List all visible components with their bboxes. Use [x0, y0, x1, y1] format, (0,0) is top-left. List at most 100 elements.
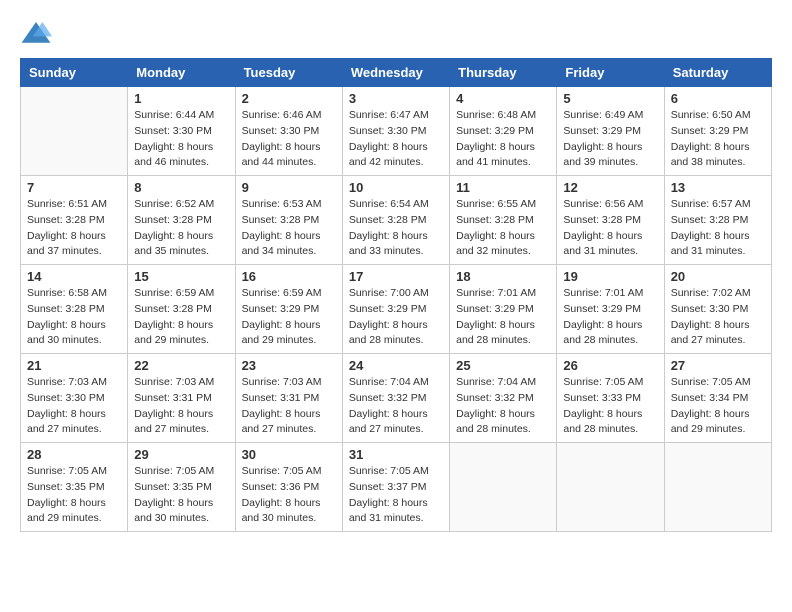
calendar-cell: 16 Sunrise: 6:59 AM Sunset: 3:29 PM Dayli… — [235, 265, 342, 354]
calendar-week-row: 21 Sunrise: 7:03 AM Sunset: 3:30 PM Dayli… — [21, 354, 772, 443]
day-number: 27 — [671, 358, 765, 373]
weekday-header-monday: Monday — [128, 59, 235, 87]
day-number: 2 — [242, 91, 336, 106]
calendar-cell: 5Sunrise: 6:49 AM Sunset: 3:29 PM Daylig… — [557, 87, 664, 176]
day-info: Sunrise: 7:03 AM Sunset: 3:31 PM Dayligh… — [134, 375, 228, 438]
calendar-cell: 7 Sunrise: 6:51 AM Sunset: 3:28 PM Daylig… — [21, 176, 128, 265]
calendar-week-row: 7 Sunrise: 6:51 AM Sunset: 3:28 PM Daylig… — [21, 176, 772, 265]
day-number: 31 — [349, 447, 443, 462]
day-number: 19 — [563, 269, 657, 284]
day-number: 9 — [242, 180, 336, 195]
day-number: 25 — [456, 358, 550, 373]
day-info: Sunrise: 7:01 AM Sunset: 3:29 PM Dayligh… — [456, 286, 550, 349]
day-info: Sunrise: 6:55 AM Sunset: 3:28 PM Dayligh… — [456, 197, 550, 260]
calendar-cell: 10 Sunrise: 6:54 AM Sunset: 3:28 PM Dayli… — [342, 176, 449, 265]
calendar-cell: 29Sunrise: 7:05 AM Sunset: 3:35 PM Dayli… — [128, 443, 235, 532]
day-info: Sunrise: 6:50 AM Sunset: 3:29 PM Dayligh… — [671, 108, 765, 171]
day-number: 23 — [242, 358, 336, 373]
calendar-week-row: 14 Sunrise: 6:58 AM Sunset: 3:28 PM Dayli… — [21, 265, 772, 354]
day-number: 21 — [27, 358, 121, 373]
calendar-cell: 13 Sunrise: 6:57 AM Sunset: 3:28 PM Dayli… — [664, 176, 771, 265]
weekday-header-wednesday: Wednesday — [342, 59, 449, 87]
day-number: 10 — [349, 180, 443, 195]
calendar-week-row: 28 Sunrise: 7:05 AM Sunset: 3:35 PM Dayli… — [21, 443, 772, 532]
day-info: Sunrise: 6:57 AM Sunset: 3:28 PM Dayligh… — [671, 197, 765, 260]
day-info: Sunrise: 6:58 AM Sunset: 3:28 PM Dayligh… — [27, 286, 121, 349]
calendar-table: SundayMondayTuesdayWednesdayThursdayFrid… — [20, 58, 772, 532]
day-number: 13 — [671, 180, 765, 195]
calendar-cell: 23Sunrise: 7:03 AM Sunset: 3:31 PM Dayli… — [235, 354, 342, 443]
weekday-header-sunday: Sunday — [21, 59, 128, 87]
day-number: 1 — [134, 91, 228, 106]
day-info: Sunrise: 6:59 AM Sunset: 3:29 PM Dayligh… — [242, 286, 336, 349]
day-number: 11 — [456, 180, 550, 195]
day-info: Sunrise: 7:05 AM Sunset: 3:37 PM Dayligh… — [349, 464, 443, 527]
calendar-cell: 28 Sunrise: 7:05 AM Sunset: 3:35 PM Dayli… — [21, 443, 128, 532]
day-info: Sunrise: 7:04 AM Sunset: 3:32 PM Dayligh… — [456, 375, 550, 438]
day-number: 18 — [456, 269, 550, 284]
day-number: 26 — [563, 358, 657, 373]
calendar-cell: 27 Sunrise: 7:05 AM Sunset: 3:34 PM Dayli… — [664, 354, 771, 443]
day-info: Sunrise: 6:51 AM Sunset: 3:28 PM Dayligh… — [27, 197, 121, 260]
calendar-cell — [450, 443, 557, 532]
page-header — [20, 20, 772, 48]
day-info: Sunrise: 7:00 AM Sunset: 3:29 PM Dayligh… — [349, 286, 443, 349]
day-number: 15 — [134, 269, 228, 284]
calendar-cell: 9 Sunrise: 6:53 AM Sunset: 3:28 PM Daylig… — [235, 176, 342, 265]
day-info: Sunrise: 7:03 AM Sunset: 3:30 PM Dayligh… — [27, 375, 121, 438]
calendar-cell: 12 Sunrise: 6:56 AM Sunset: 3:28 PM Dayli… — [557, 176, 664, 265]
day-info: Sunrise: 6:44 AM Sunset: 3:30 PM Dayligh… — [134, 108, 228, 171]
calendar-cell: 24 Sunrise: 7:04 AM Sunset: 3:32 PM Dayli… — [342, 354, 449, 443]
day-info: Sunrise: 6:54 AM Sunset: 3:28 PM Dayligh… — [349, 197, 443, 260]
day-number: 12 — [563, 180, 657, 195]
calendar-cell: 26 Sunrise: 7:05 AM Sunset: 3:33 PM Dayli… — [557, 354, 664, 443]
calendar-cell: 14 Sunrise: 6:58 AM Sunset: 3:28 PM Dayli… — [21, 265, 128, 354]
weekday-header-tuesday: Tuesday — [235, 59, 342, 87]
weekday-header-friday: Friday — [557, 59, 664, 87]
day-info: Sunrise: 7:04 AM Sunset: 3:32 PM Dayligh… — [349, 375, 443, 438]
day-number: 22 — [134, 358, 228, 373]
day-number: 17 — [349, 269, 443, 284]
day-info: Sunrise: 7:05 AM Sunset: 3:35 PM Dayligh… — [27, 464, 121, 527]
calendar-cell — [21, 87, 128, 176]
calendar-cell: 21 Sunrise: 7:03 AM Sunset: 3:30 PM Dayli… — [21, 354, 128, 443]
calendar-week-row: 1 Sunrise: 6:44 AM Sunset: 3:30 PM Daylig… — [21, 87, 772, 176]
day-info: Sunrise: 7:01 AM Sunset: 3:29 PM Dayligh… — [563, 286, 657, 349]
day-info: Sunrise: 7:02 AM Sunset: 3:30 PM Dayligh… — [671, 286, 765, 349]
calendar-cell: 22 Sunrise: 7:03 AM Sunset: 3:31 PM Dayli… — [128, 354, 235, 443]
day-number: 28 — [27, 447, 121, 462]
calendar-cell: 3 Sunrise: 6:47 AM Sunset: 3:30 PM Daylig… — [342, 87, 449, 176]
calendar-cell — [664, 443, 771, 532]
day-number: 14 — [27, 269, 121, 284]
day-number: 20 — [671, 269, 765, 284]
day-info: Sunrise: 6:56 AM Sunset: 3:28 PM Dayligh… — [563, 197, 657, 260]
day-number: 3 — [349, 91, 443, 106]
logo — [20, 20, 54, 48]
weekday-header-saturday: Saturday — [664, 59, 771, 87]
calendar-cell: 4Sunrise: 6:48 AM Sunset: 3:29 PM Daylig… — [450, 87, 557, 176]
day-info: Sunrise: 6:47 AM Sunset: 3:30 PM Dayligh… — [349, 108, 443, 171]
day-info: Sunrise: 6:52 AM Sunset: 3:28 PM Dayligh… — [134, 197, 228, 260]
calendar-cell: 17 Sunrise: 7:00 AM Sunset: 3:29 PM Dayli… — [342, 265, 449, 354]
calendar-cell: 18 Sunrise: 7:01 AM Sunset: 3:29 PM Dayli… — [450, 265, 557, 354]
day-number: 6 — [671, 91, 765, 106]
day-info: Sunrise: 7:05 AM Sunset: 3:36 PM Dayligh… — [242, 464, 336, 527]
day-info: Sunrise: 6:59 AM Sunset: 3:28 PM Dayligh… — [134, 286, 228, 349]
calendar-cell: 25 Sunrise: 7:04 AM Sunset: 3:32 PM Dayli… — [450, 354, 557, 443]
calendar-cell: 11 Sunrise: 6:55 AM Sunset: 3:28 PM Dayli… — [450, 176, 557, 265]
day-number: 7 — [27, 180, 121, 195]
day-info: Sunrise: 7:05 AM Sunset: 3:33 PM Dayligh… — [563, 375, 657, 438]
day-info: Sunrise: 6:53 AM Sunset: 3:28 PM Dayligh… — [242, 197, 336, 260]
day-number: 29 — [134, 447, 228, 462]
calendar-cell: 15 Sunrise: 6:59 AM Sunset: 3:28 PM Dayli… — [128, 265, 235, 354]
calendar-cell: 2Sunrise: 6:46 AM Sunset: 3:30 PM Daylig… — [235, 87, 342, 176]
calendar-cell: 1 Sunrise: 6:44 AM Sunset: 3:30 PM Daylig… — [128, 87, 235, 176]
day-number: 4 — [456, 91, 550, 106]
calendar-cell: 20 Sunrise: 7:02 AM Sunset: 3:30 PM Dayli… — [664, 265, 771, 354]
weekday-header-thursday: Thursday — [450, 59, 557, 87]
day-number: 16 — [242, 269, 336, 284]
day-info: Sunrise: 7:05 AM Sunset: 3:34 PM Dayligh… — [671, 375, 765, 438]
day-number: 24 — [349, 358, 443, 373]
day-number: 30 — [242, 447, 336, 462]
calendar-cell: 6 Sunrise: 6:50 AM Sunset: 3:29 PM Daylig… — [664, 87, 771, 176]
